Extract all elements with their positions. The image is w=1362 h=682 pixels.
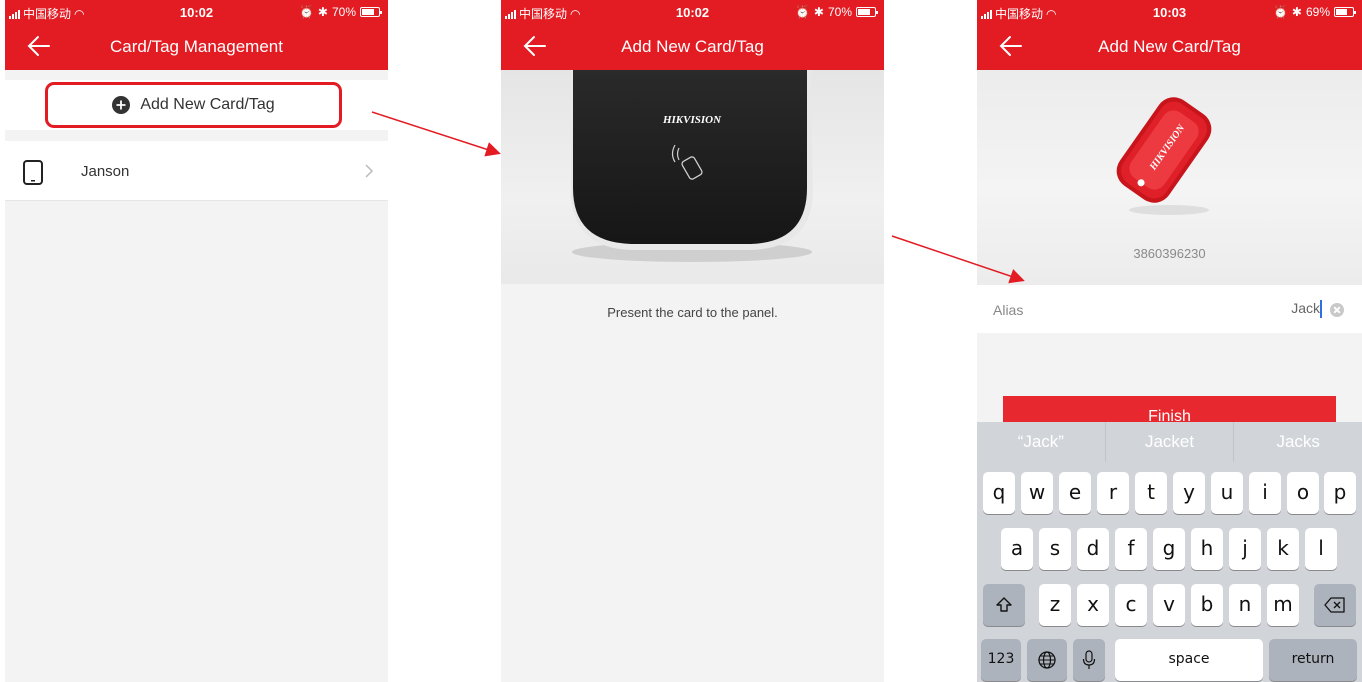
key-k[interactable]: k	[1267, 528, 1299, 570]
space-key[interactable]: space	[1115, 639, 1263, 681]
key-a[interactable]: a	[1001, 528, 1033, 570]
battery-percent: 70%	[331, 5, 356, 19]
key-q[interactable]: q	[983, 472, 1015, 514]
panel-illustration: HIKVISION	[501, 70, 884, 284]
key-h[interactable]: h	[1191, 528, 1223, 570]
key-t[interactable]: t	[1135, 472, 1167, 514]
header: 中国移动 ◠ 10:02 ⏰ ✱ 70% Add New Card/Tag	[501, 0, 884, 70]
header: 中国移动 ◠ 10:03 ⏰ ✱ 69% Add New Card/Tag	[977, 0, 1362, 70]
list-item[interactable]: Janson	[5, 141, 388, 201]
key-r[interactable]: r	[1097, 472, 1129, 514]
alarm-icon: ⏰	[298, 5, 314, 19]
list-item-label: Janson	[81, 163, 130, 180]
page-title: Add New Card/Tag	[621, 37, 764, 56]
battery-icon	[1334, 7, 1356, 17]
globe-icon	[1038, 651, 1056, 669]
add-new-card-button[interactable]: Add New Card/Tag	[45, 82, 342, 128]
key-l[interactable]: l	[1305, 528, 1337, 570]
delete-key[interactable]	[1314, 584, 1356, 626]
add-new-card-label: Add New Card/Tag	[140, 96, 275, 113]
suggestion-bar: “Jack” Jacket Jacks	[977, 422, 1362, 462]
tag-illustration: HIKVISION 3860396230	[977, 70, 1362, 285]
card-serial-number: 3860396230	[1133, 246, 1206, 261]
alarm-panel-image: HIKVISION	[571, 70, 813, 262]
alarm-icon: ⏰	[794, 5, 810, 19]
suggestion-item[interactable]: Jacket	[1106, 422, 1235, 462]
header: 中国移动 ◠ 10:02 ⏰ ✱ 70% Card/Tag Management	[5, 0, 388, 70]
add-card-present-screen: 中国移动 ◠ 10:02 ⏰ ✱ 70% Add New Card/Tag HI…	[501, 0, 884, 682]
add-card-alias-screen: 中国移动 ◠ 10:03 ⏰ ✱ 69% Add New Card/Tag HI…	[977, 0, 1362, 682]
globe-key[interactable]	[1027, 639, 1067, 681]
chevron-right-icon	[365, 164, 374, 178]
card-tag-management-screen: 中国移动 ◠ 10:02 ⏰ ✱ 70% Card/Tag Management	[5, 0, 388, 682]
add-card-row: Add New Card/Tag	[5, 80, 388, 130]
shift-key[interactable]	[983, 584, 1025, 626]
status-bar: 中国移动 ◠ 10:02 ⏰ ✱ 70%	[5, 0, 388, 24]
return-key[interactable]: return	[1269, 639, 1357, 681]
navigation-bar: Add New Card/Tag	[977, 24, 1362, 70]
key-s[interactable]: s	[1039, 528, 1071, 570]
key-x[interactable]: x	[1077, 584, 1109, 626]
key-tag-image: HIKVISION	[1116, 97, 1212, 215]
key-m[interactable]: m	[1267, 584, 1299, 626]
alias-label: Alias	[993, 302, 1024, 318]
battery-icon	[856, 7, 878, 17]
key-z[interactable]: z	[1039, 584, 1071, 626]
key-u[interactable]: u	[1211, 472, 1243, 514]
key-d[interactable]: d	[1077, 528, 1109, 570]
key-g[interactable]: g	[1153, 528, 1185, 570]
arrow-to-screen-2	[371, 111, 501, 157]
status-bar: 中国移动 ◠ 10:02 ⏰ ✱ 70%	[501, 0, 884, 24]
card-device-icon	[23, 160, 43, 185]
alias-row: Alias	[977, 285, 1362, 333]
brand-logo: HIKVISION	[662, 114, 722, 126]
key-b[interactable]: b	[1191, 584, 1223, 626]
plus-circle-icon	[112, 96, 131, 114]
battery-percent: 69%	[1305, 5, 1330, 19]
key-p[interactable]: p	[1324, 472, 1356, 514]
key-j[interactable]: j	[1229, 528, 1261, 570]
navigation-bar: Add New Card/Tag	[501, 24, 884, 70]
keyboard: “Jack” Jacket Jacks q w e r t y u i o p …	[977, 422, 1362, 682]
bluetooth-icon: ✱	[1291, 5, 1302, 19]
dictation-key[interactable]	[1073, 639, 1105, 681]
battery-percent: 70%	[827, 5, 852, 19]
suggestion-item[interactable]: “Jack”	[977, 422, 1106, 462]
page-title: Add New Card/Tag	[1098, 37, 1241, 56]
key-n[interactable]: n	[1229, 584, 1261, 626]
battery-icon	[360, 7, 382, 17]
key-e[interactable]: e	[1059, 472, 1091, 514]
key-v[interactable]: v	[1153, 584, 1185, 626]
key-o[interactable]: o	[1287, 472, 1319, 514]
key-c[interactable]: c	[1115, 584, 1147, 626]
bluetooth-icon: ✱	[813, 5, 824, 19]
clear-icon[interactable]	[1330, 303, 1344, 317]
bluetooth-icon: ✱	[317, 5, 328, 19]
microphone-icon	[1082, 650, 1096, 669]
alarm-icon: ⏰	[1272, 5, 1288, 19]
navigation-bar: Card/Tag Management	[5, 24, 388, 70]
key-y[interactable]: y	[1173, 472, 1205, 514]
instruction-text: Present the card to the panel.	[607, 305, 778, 320]
numbers-key[interactable]: 123	[981, 639, 1021, 681]
key-i[interactable]: i	[1249, 472, 1281, 514]
status-bar: 中国移动 ◠ 10:03 ⏰ ✱ 69%	[977, 0, 1362, 24]
key-f[interactable]: f	[1115, 528, 1147, 570]
alias-input[interactable]	[1200, 300, 1320, 316]
shift-icon	[996, 597, 1012, 612]
page-title: Card/Tag Management	[110, 37, 283, 56]
text-cursor	[1320, 300, 1322, 318]
key-w[interactable]: w	[1021, 472, 1053, 514]
suggestion-item[interactable]: Jacks	[1234, 422, 1362, 462]
backspace-icon	[1324, 597, 1345, 613]
